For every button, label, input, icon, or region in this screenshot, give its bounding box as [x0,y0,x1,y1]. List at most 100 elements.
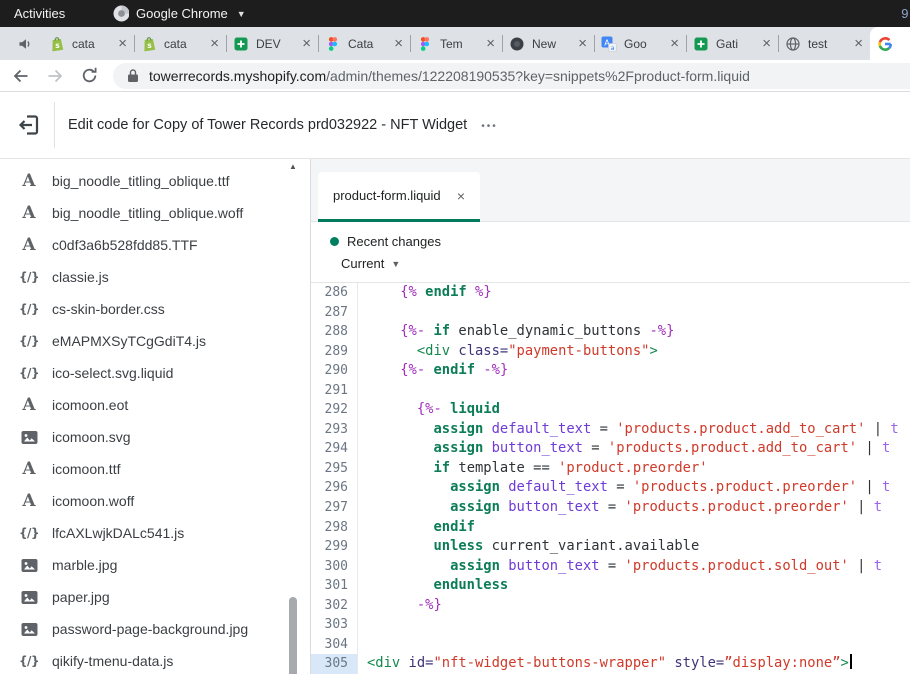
tab-label: Cata [348,37,387,51]
version-dropdown[interactable]: Current ▼ [330,256,910,271]
code-line[interactable]: 303 [311,615,910,635]
forward-button[interactable] [42,63,68,89]
app-menu[interactable]: Google Chrome ▼ [113,6,246,22]
browser-tab[interactable]: scata× [134,27,226,60]
svg-text:s: s [147,40,152,49]
browser-tab[interactable]: scata× [42,27,134,60]
exit-button[interactable] [17,113,41,137]
code-line[interactable]: 288 {%- if enable_dynamic_buttons -%} [311,322,910,342]
code-line[interactable]: 299 unless current_variant.available [311,537,910,557]
file-list-item[interactable]: {/}classie.js [0,261,310,293]
file-list-item[interactable]: icomoon.svg [0,421,310,453]
file-list-item[interactable]: {/}eMAPMXSyTCgGdiT4.js [0,325,310,357]
code-line[interactable]: 287 [311,303,910,323]
file-list-item[interactable]: marble.jpg [0,549,310,581]
file-list-item[interactable]: Ac0df3a6b528fdd85.TTF [0,229,310,261]
sidebar-scrollbar[interactable]: ▲ [288,159,298,674]
code-area[interactable]: 286 {% endif %}287288 {%- if enable_dyna… [311,283,910,674]
recent-changes-panel: Recent changes Current ▼ [311,222,910,283]
content-area: A Abig_noodle_titling_oblique.ttfAbig_noo… [0,159,910,674]
file-list: A Abig_noodle_titling_oblique.ttfAbig_noo… [0,159,310,674]
code-line[interactable]: 286 {% endif %} [311,283,910,303]
file-list-item[interactable]: {/}lfcAXLwjkDALc541.js [0,517,310,549]
file-list-item[interactable]: {/}qikify-tmenu-data.js [0,645,310,674]
reload-button[interactable] [76,63,102,89]
code-line[interactable]: 301 endunless [311,576,910,596]
code-line[interactable]: 294 assign button_text = 'products.produ… [311,439,910,459]
svg-text:s: s [55,40,60,49]
tab-close-icon[interactable]: × [854,36,863,51]
code-text [358,303,367,323]
code-line[interactable]: 305<div id="nft-widget-buttons-wrapper" … [311,654,910,674]
browser-tab[interactable]: Gati × [686,27,778,60]
tab-close-icon[interactable]: × [578,36,587,51]
browser-tab[interactable]: Cata × [318,27,410,60]
code-line[interactable]: 304 [311,635,910,655]
editor-file-tab[interactable]: product-form.liquid × [318,172,480,222]
code-line[interactable]: 296 assign default_text = 'products.prod… [311,478,910,498]
editor-tab-bar: product-form.liquid × [311,159,910,222]
code-line[interactable]: 300 assign button_text = 'products.produ… [311,557,910,577]
browser-tab[interactable]: Tem× [410,27,502,60]
line-number: 286 [311,283,358,303]
code-line[interactable]: 289 <div class="payment-buttons"> [311,342,910,362]
file-list-item[interactable]: Abig_noodle_titling_oblique.woff [0,197,310,229]
browser-tab[interactable]: New × [502,27,594,60]
line-number: 301 [311,576,358,596]
code-line[interactable]: 298 endif [311,518,910,538]
code-text: assign button_text = 'products.product.p… [358,498,882,518]
code-line[interactable]: 295 if template == 'product.preorder' [311,459,910,479]
file-list-item[interactable]: password-page-background.jpg [0,613,310,645]
scrollbar-thumb[interactable] [289,597,297,674]
speaker-icon[interactable] [17,36,33,52]
file-list-item[interactable]: Aicomoon.ttf [0,453,310,485]
code-line[interactable]: 302 -%} [311,596,910,616]
dark-site-icon [509,36,525,52]
tab-close-icon[interactable]: × [762,36,771,51]
code-line[interactable]: 290 {%- endif -%} [311,361,910,381]
tab-close-icon[interactable]: × [302,36,311,51]
tab-close-icon[interactable]: × [394,36,403,51]
file-sidebar: A Abig_noodle_titling_oblique.ttfAbig_noo… [0,159,310,674]
tab-label: New [532,37,571,51]
screen: Activities Google Chrome ▼ 9 A scata×sca… [0,0,910,674]
code-line[interactable]: 297 assign button_text = 'products.produ… [311,498,910,518]
more-options-button[interactable]: ••• [481,119,498,132]
line-number: 289 [311,342,358,362]
browser-tab[interactable]: test× [778,27,870,60]
file-name: big_noodle_titling_oblique.ttf [52,173,229,189]
back-button[interactable] [8,63,34,89]
file-name: cs-skin-border.css [52,301,165,317]
tab-close-icon[interactable]: × [210,36,219,51]
file-list-item[interactable]: Aicomoon.woff [0,485,310,517]
editor-file-tab-label: product-form.liquid [333,188,441,203]
file-name: lfcAXLwjkDALc541.js [52,525,184,541]
file-list-item[interactable]: {/}ico-select.svg.liquid [0,357,310,389]
code-line[interactable]: 291 [311,381,910,401]
close-icon[interactable]: × [457,188,465,204]
code-file-icon: {/} [18,334,40,348]
recent-changes-label: Recent changes [347,234,441,249]
tab-close-icon[interactable]: × [118,36,127,51]
lock-icon[interactable] [127,68,139,83]
browser-tab[interactable]: DEV× [226,27,318,60]
file-list-item[interactable]: {/}cs-skin-border.css [0,293,310,325]
tab-close-icon[interactable]: × [486,36,495,51]
file-list-item[interactable]: Abig_noodle_titling_oblique.ttf [0,165,310,197]
tab-close-icon[interactable]: × [670,36,679,51]
address-bar[interactable]: towerrecords.myshopify.com/admin/themes/… [113,63,910,89]
code-line[interactable]: 293 assign default_text = 'products.prod… [311,420,910,440]
clock: 9 A [901,6,910,21]
browser-tab[interactable] [870,27,910,60]
code-file-icon: {/} [18,654,40,668]
file-list-item[interactable]: Aicomoon.eot [0,389,310,421]
browser-tab[interactable]: AaGoo× [594,27,686,60]
file-list-item[interactable]: paper.jpg [0,581,310,613]
font-file-icon: A [18,203,40,223]
scroll-up-icon[interactable]: ▲ [288,163,298,171]
line-number: 305 [311,654,358,674]
activities-button[interactable]: Activities [14,6,65,21]
tab-label: Gati [716,37,755,51]
code-line[interactable]: 292 {%- liquid [311,400,910,420]
code-text: assign default_text = 'products.product.… [358,478,890,498]
